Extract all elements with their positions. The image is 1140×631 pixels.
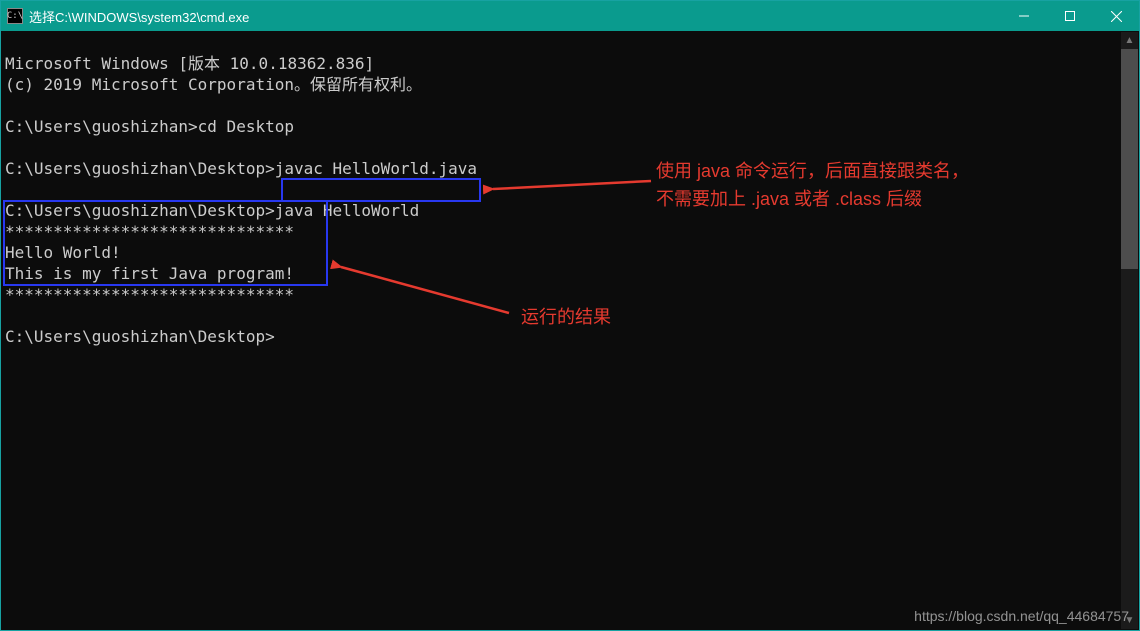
cmd-window: C:\ 选择C:\WINDOWS\system32\cmd.exe Micros… — [0, 0, 1140, 631]
window-controls — [1001, 1, 1139, 31]
maximize-button[interactable] — [1047, 1, 1093, 31]
terminal-line: C:\Users\guoshizhan\Desktop>javac HelloW… — [5, 159, 477, 178]
vertical-scrollbar[interactable]: ▲ ▼ — [1121, 32, 1138, 629]
terminal-line: (c) 2019 Microsoft Corporation。保留所有权利。 — [5, 75, 422, 94]
titlebar-left: C:\ 选择C:\WINDOWS\system32\cmd.exe — [7, 7, 249, 26]
terminal-line: Microsoft Windows [版本 10.0.18362.836] — [5, 54, 374, 73]
scroll-up-icon[interactable]: ▲ — [1121, 32, 1138, 49]
close-button[interactable] — [1093, 1, 1139, 31]
window-title: 选择C:\WINDOWS\system32\cmd.exe — [29, 7, 249, 26]
watermark: https://blog.csdn.net/qq_44684757 — [914, 608, 1129, 624]
cmd-icon: C:\ — [7, 8, 23, 24]
terminal-line: C:\Users\guoshizhan>cd Desktop — [5, 117, 294, 136]
titlebar[interactable]: C:\ 选择C:\WINDOWS\system32\cmd.exe — [1, 1, 1139, 31]
terminal-line: ****************************** — [5, 285, 294, 304]
terminal-line: C:\Users\guoshizhan\Desktop>java HelloWo… — [5, 201, 419, 220]
terminal-line: C:\Users\guoshizhan\Desktop> — [5, 327, 275, 346]
terminal-line: ****************************** — [5, 222, 294, 241]
terminal-line: This is my first Java program! — [5, 264, 294, 283]
terminal-line: Hello World! — [5, 243, 121, 262]
terminal-output[interactable]: Microsoft Windows [版本 10.0.18362.836] (c… — [5, 32, 1121, 629]
scrollbar-thumb[interactable] — [1121, 49, 1138, 269]
minimize-button[interactable] — [1001, 1, 1047, 31]
